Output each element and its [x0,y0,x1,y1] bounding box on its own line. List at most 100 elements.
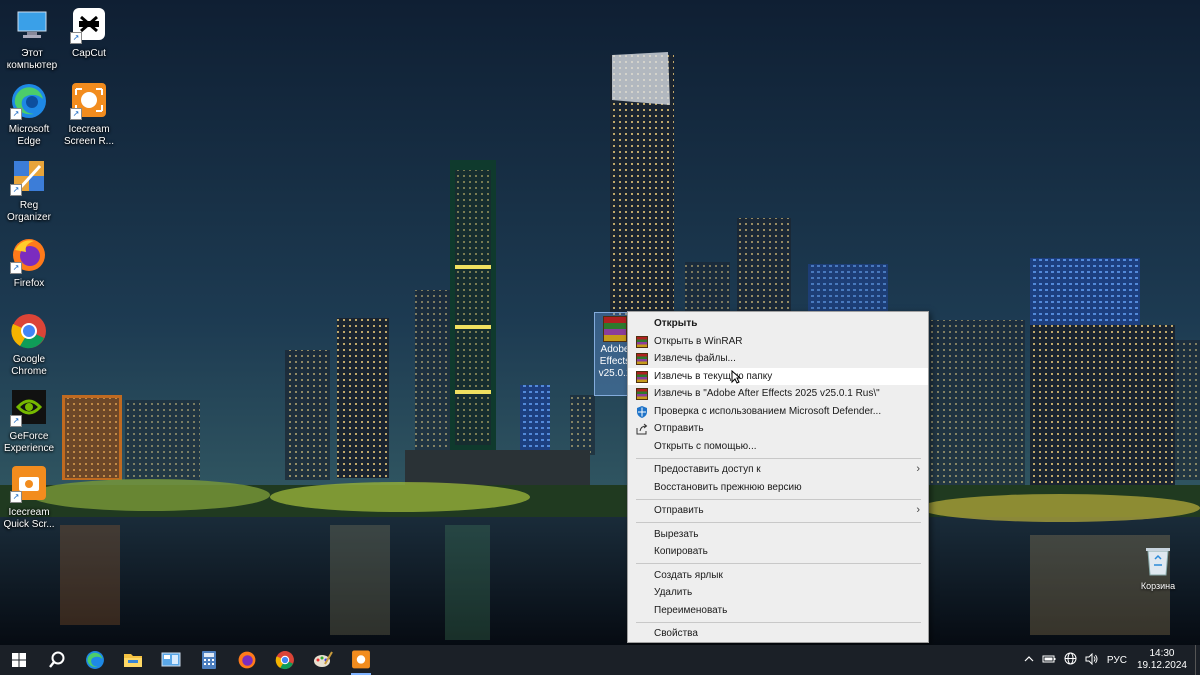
edge-icon [86,651,104,669]
speaker-icon[interactable] [1085,652,1099,668]
taskbar-paint[interactable] [304,645,342,675]
language-indicator[interactable]: РУС [1107,655,1127,666]
taskbar-control-panel[interactable] [152,645,190,675]
menu-item-copy[interactable]: Копировать [628,543,928,561]
desktop-icon-label: Reg Organizer [7,200,51,223]
clock-date: 19.12.2024 [1136,660,1187,671]
firefox-icon [238,651,256,669]
desktop-icon-icecream-quick-screen[interactable]: ↗ Icecream Quick Scr... [0,465,61,531]
taskbar-edge[interactable] [76,645,114,675]
desktop-icon-label: Icecream Quick Scr... [3,507,55,530]
desktop-icon-label: CapCut [72,48,106,59]
desktop-icon-label: GeForce Experience [3,431,55,454]
menu-item-rename[interactable]: Переименовать [628,602,928,620]
menu-item-share[interactable]: Отправить [628,420,928,438]
control-panel-icon [161,652,181,667]
taskbar: РУС 14:30 19.12.2024 [0,645,1200,675]
shortcut-arrow-icon: ↗ [70,32,82,44]
show-desktop-button[interactable] [1195,645,1200,675]
recycle-bin-icon [1144,545,1172,577]
menu-item-restore-previous-version[interactable]: Восстановить прежнюю версию [628,479,928,497]
network-globe-icon[interactable] [1064,652,1077,668]
computer-icon [13,6,51,44]
desktop-icon-recycle-bin[interactable]: Корзина [1132,545,1184,591]
chevron-up-icon[interactable] [1024,655,1034,666]
menu-item-cut[interactable]: Вырезать [628,526,928,544]
search-button[interactable] [38,645,76,675]
menu-item-give-access[interactable]: Предоставить доступ к › [628,461,928,479]
desktop-icon-geforce-experience[interactable]: ↗ GeForce Experience [0,389,61,455]
desktop-icon-reg-organizer[interactable]: ↗ Reg Organizer [0,158,61,224]
menu-item-extract-here[interactable]: Извлечь в текущую папку [628,367,928,385]
taskbar-file-explorer[interactable] [114,645,152,675]
edge-icon: ↗ [10,82,48,120]
desktop-icon-icecream-screen-recorder[interactable]: ↗ Icecream Screen R... [57,82,121,148]
chrome-icon [275,651,294,670]
system-tray: РУС 14:30 19.12.2024 [1020,645,1200,675]
calculator-icon [202,651,216,669]
taskbar-chrome[interactable] [266,645,304,675]
desktop-icon-google-chrome[interactable]: Google Chrome [0,312,61,378]
desktop-icon-label: Google Chrome [11,354,47,377]
shortcut-arrow-icon: ↗ [10,184,22,196]
menu-item-properties[interactable]: Свойства [628,625,928,643]
paint-palette-icon [314,651,333,667]
icecream-screen-recorder-icon: ↗ [70,82,108,120]
menu-item-open-with[interactable]: Открыть с помощью... [628,438,928,456]
menu-separator [636,522,921,523]
menu-item-open[interactable]: Открыть [628,315,928,333]
menu-item-create-shortcut[interactable]: Создать ярлык [628,567,928,585]
desktop-icon-label: Этот компьютер [6,48,58,71]
clock-time: 14:30 [1149,648,1175,659]
menu-item-send-to[interactable]: Отправить › [628,502,928,520]
context-menu: Открыть Открыть в WinRAR Извлечь файлы..… [627,311,929,643]
defender-icon [636,405,648,418]
capcut-icon: ↗ [70,6,108,44]
desktop-icon-this-pc[interactable]: Этот компьютер [0,6,64,72]
menu-item-defender-scan[interactable]: Проверка с использованием Microsoft Defe… [628,403,928,421]
reg-organizer-icon: ↗ [10,158,48,196]
shortcut-arrow-icon: ↗ [10,491,22,503]
taskbar-firefox[interactable] [228,645,266,675]
shortcut-arrow-icon: ↗ [70,108,82,120]
winrar-archive-icon [603,316,627,342]
menu-separator [636,621,921,623]
winrar-icon [636,353,648,365]
desktop-icon-capcut[interactable]: ↗ CapCut [57,6,121,60]
desktop-icon-microsoft-edge[interactable]: ↗ Microsoft Edge [0,82,61,148]
windows-logo-icon [12,653,26,667]
folder-icon [124,654,142,667]
search-icon [49,651,65,668]
menu-separator [636,498,921,500]
desktop-icon-label: Firefox [13,278,45,289]
start-button[interactable] [0,645,38,675]
chevron-right-icon: › [916,504,920,516]
menu-item-extract-to-folder[interactable]: Извлечь в "Adobe After Effects 2025 v25.… [628,385,928,403]
menu-item-open-in-winrar[interactable]: Открыть в WinRAR [628,333,928,351]
shortcut-arrow-icon: ↗ [10,108,22,120]
battery-icon[interactable] [1042,654,1056,667]
firefox-icon: ↗ [10,236,48,274]
clock[interactable]: 14:30 19.12.2024 [1137,648,1187,672]
desktop-icon-label: Microsoft Edge [8,124,50,147]
share-icon [636,423,648,435]
winrar-icon [636,370,648,383]
mouse-cursor-icon [731,369,741,384]
geforce-icon: ↗ [10,389,48,427]
winrar-icon [636,335,648,348]
menu-separator [636,457,921,459]
desktop-icon-label: Icecream Screen R... [63,124,115,147]
menu-item-delete[interactable]: Удалить [628,584,928,602]
shortcut-arrow-icon: ↗ [10,262,22,274]
menu-item-extract-files[interactable]: Извлечь файлы... [628,350,928,368]
chrome-icon [10,312,48,350]
chevron-right-icon: › [916,463,920,475]
winrar-icon [636,388,648,400]
desktop-icon-firefox[interactable]: ↗ Firefox [0,236,61,290]
desktop-icon-label: Корзина [1140,581,1176,591]
shortcut-arrow-icon: ↗ [10,415,22,427]
menu-separator [636,563,921,564]
taskbar-calculator[interactable] [190,645,228,675]
taskbar-icecream-screen-recorder[interactable] [342,645,380,675]
icecream-quick-screen-icon: ↗ [10,465,48,503]
